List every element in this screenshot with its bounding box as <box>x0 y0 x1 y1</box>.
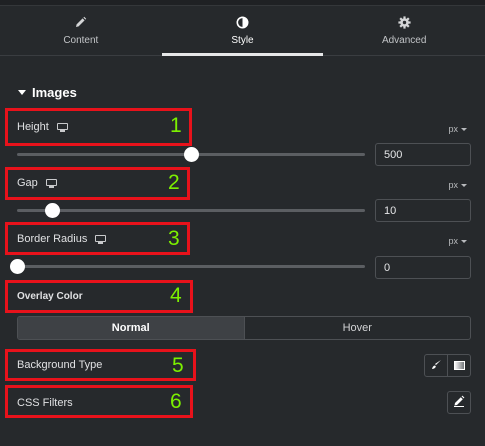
height-unit-select[interactable]: px <box>448 124 467 134</box>
height-value-input[interactable]: 500 <box>375 143 471 166</box>
tab-normal[interactable]: Normal <box>18 317 244 339</box>
annotation-number: 2 <box>168 171 180 194</box>
annotation-number: 5 <box>172 354 184 377</box>
height-unit-text: px <box>448 124 458 134</box>
state-tabs: Normal Hover <box>17 316 471 340</box>
annotation-number: 3 <box>168 227 180 250</box>
slider-track <box>17 265 365 268</box>
highlight-box-overlay-color <box>5 280 193 313</box>
highlight-box-height <box>5 108 192 146</box>
panel-tabs: Content Style Advanced <box>0 6 485 56</box>
slider-thumb[interactable] <box>10 259 25 274</box>
tab-content-label: Content <box>63 35 99 46</box>
background-classic-button[interactable] <box>425 355 447 376</box>
highlight-box-css-filters <box>5 385 193 418</box>
section-images-toggle[interactable]: Images <box>18 85 77 100</box>
pencil-icon <box>73 14 89 30</box>
border-radius-value-input[interactable]: 0 <box>375 256 471 279</box>
caret-down-icon <box>18 90 26 95</box>
border-radius-unit-text: px <box>448 236 458 246</box>
tab-advanced-label: Advanced <box>381 35 427 46</box>
gear-icon <box>396 14 412 30</box>
section-title: Images <box>32 85 77 100</box>
gap-slider[interactable] <box>17 202 365 218</box>
css-filters-edit-button[interactable] <box>447 391 471 414</box>
slider-thumb[interactable] <box>184 147 199 162</box>
gradient-icon <box>453 357 465 375</box>
height-slider[interactable] <box>17 146 365 162</box>
brush-icon <box>431 357 442 375</box>
chevron-down-icon <box>461 239 467 243</box>
background-type-buttons <box>424 354 471 377</box>
highlight-box-border-radius <box>5 222 190 255</box>
slider-track <box>17 209 365 212</box>
tab-hover[interactable]: Hover <box>243 317 471 339</box>
chevron-down-icon <box>461 183 467 187</box>
gap-unit-select[interactable]: px <box>448 180 467 190</box>
background-gradient-button[interactable] <box>447 355 470 376</box>
chevron-down-icon <box>461 127 467 131</box>
highlight-box-gap <box>5 167 190 200</box>
border-radius-slider[interactable] <box>10 258 365 274</box>
tab-style-label: Style <box>231 35 254 46</box>
annotation-number: 1 <box>170 114 182 137</box>
border-radius-unit-select[interactable]: px <box>448 236 467 246</box>
slider-thumb[interactable] <box>44 203 60 218</box>
tab-style[interactable]: Style <box>161 6 324 56</box>
gap-unit-text: px <box>448 180 458 190</box>
annotation-number: 6 <box>170 390 182 413</box>
half-circle-icon <box>235 14 251 30</box>
pencil-icon <box>453 394 465 412</box>
tab-advanced[interactable]: Advanced <box>323 6 485 55</box>
highlight-box-background-type <box>5 349 196 381</box>
gap-value-input[interactable]: 10 <box>375 199 471 222</box>
tab-content[interactable]: Content <box>0 6 162 55</box>
annotation-number: 4 <box>170 284 182 307</box>
